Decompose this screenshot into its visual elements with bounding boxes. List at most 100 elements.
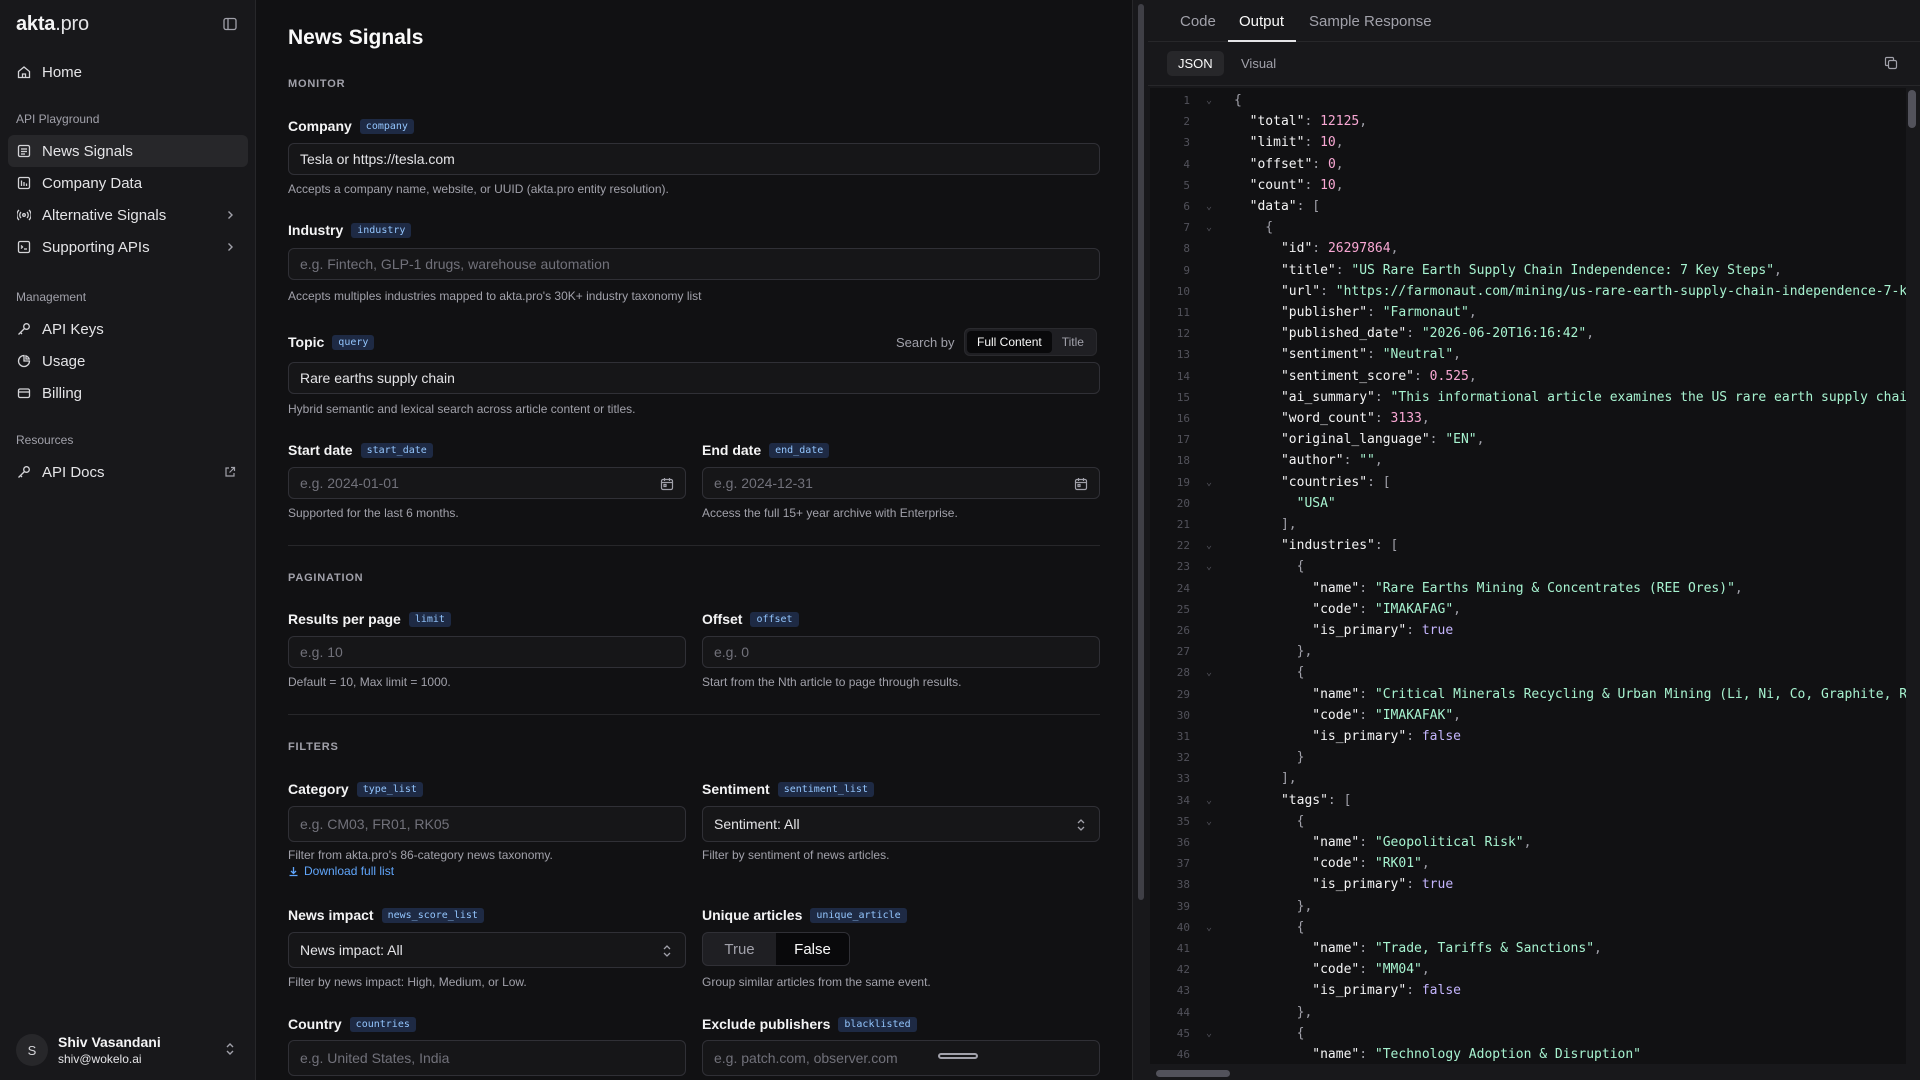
param-tag: industry: [351, 222, 412, 238]
section-management: Management: [16, 290, 87, 304]
end-date-input[interactable]: e.g. 2024-12-31: [702, 467, 1100, 499]
user-menu[interactable]: S Shiv Vasandani shiv@wokelo.ai: [0, 1020, 255, 1080]
sidebar-item-supporting-apis[interactable]: Supporting APIs: [8, 231, 248, 263]
fold-chevron-icon[interactable]: ⌄: [1206, 472, 1212, 493]
news-impact-select[interactable]: News impact: All: [288, 932, 686, 968]
sidebar-item-company-data[interactable]: Company Data: [8, 167, 248, 199]
topic-input[interactable]: Rare earths supply chain: [288, 362, 1100, 394]
form-scrollbar-thumb[interactable]: [1138, 4, 1144, 900]
chevron-right-icon: [222, 239, 238, 255]
end-date-help: Access the full 15+ year archive with En…: [702, 506, 958, 520]
code-vertical-scrollbar[interactable]: [1906, 88, 1918, 1064]
code-token: "MM04": [1374, 962, 1422, 978]
code-token: :: [1359, 856, 1375, 872]
industry-input[interactable]: e.g. Fintech, GLP-1 drugs, warehouse aut…: [288, 248, 1100, 280]
sentiment-select[interactable]: Sentiment: All: [702, 806, 1100, 842]
code-line: 39 },: [1150, 896, 1906, 917]
panel-resize-handle[interactable]: [1132, 0, 1148, 1080]
start-date-input[interactable]: e.g. 2024-01-01: [288, 467, 686, 499]
field-label-text: Sentiment: [702, 781, 770, 797]
sidebar-item-api-docs[interactable]: API Docs: [8, 456, 248, 488]
fold-chevron-icon[interactable]: ⌄: [1206, 790, 1212, 811]
user-email: shiv@wokelo.ai: [58, 1052, 142, 1066]
fold-chevron-icon[interactable]: ⌄: [1206, 90, 1212, 111]
code-horizontal-scrollbar[interactable]: [1150, 1066, 1906, 1080]
line-number: 11: [1176, 306, 1190, 319]
fold-chevron-icon[interactable]: ⌄: [1206, 556, 1212, 577]
json-output-viewer[interactable]: 1 ⌄{2 "total": 12125, 3 "limit": 10, 4 "off…: [1150, 88, 1906, 1064]
code-token: :: [1312, 156, 1328, 172]
tab-output[interactable]: Output: [1239, 13, 1284, 30]
code-line: 4 "offset": 0,: [1150, 154, 1906, 175]
code-line: 43 "is_primary": false: [1150, 980, 1906, 1001]
code-text: {: [1234, 1023, 1305, 1044]
brand-logo[interactable]: akta .pro: [16, 10, 89, 38]
code-text: {: [1234, 556, 1305, 577]
calendar-icon[interactable]: [1073, 476, 1089, 492]
code-line: 11 "publisher": "Farmonaut",: [1150, 302, 1906, 323]
field-label-text: Company: [288, 118, 352, 134]
code-line: 21 ],: [1150, 514, 1906, 535]
country-input[interactable]: e.g. United States, India: [288, 1040, 686, 1076]
sidebar-toggle-icon[interactable]: [220, 14, 240, 34]
code-text: {: [1234, 90, 1242, 111]
brand-suffix: .pro: [55, 12, 89, 35]
code-line: 30 "code": "IMAKAFAK",: [1150, 705, 1906, 726]
calendar-icon[interactable]: [659, 476, 675, 492]
sidebar-item-usage[interactable]: Usage: [8, 345, 248, 377]
line-number: 44: [1176, 1005, 1190, 1019]
sentiment-label: Sentiment sentiment_list: [702, 781, 874, 797]
tab-sample-response[interactable]: Sample Response: [1309, 13, 1432, 30]
fold-chevron-icon[interactable]: ⌄: [1206, 917, 1212, 938]
subtab-json[interactable]: JSON: [1167, 51, 1224, 76]
code-token: "": [1359, 453, 1375, 469]
fold-chevron-icon[interactable]: ⌄: [1206, 217, 1212, 238]
line-number: 42: [1176, 963, 1190, 977]
code-token: "tags": [1234, 792, 1328, 808]
scrollbar-thumb[interactable]: [1908, 90, 1916, 128]
code-text: },: [1234, 896, 1313, 917]
category-input[interactable]: e.g. CM03, FR01, RK05: [288, 806, 686, 842]
sidebar-item-api-keys[interactable]: API Keys: [8, 313, 248, 345]
topic-help: Hybrid semantic and lexical search acros…: [288, 402, 636, 416]
home-icon: [16, 64, 32, 80]
company-input[interactable]: Tesla or https://tesla.com: [288, 143, 1100, 175]
code-token: ,: [1468, 305, 1477, 320]
sidebar-item-alternative-signals[interactable]: Alternative Signals: [8, 199, 248, 231]
download-full-list-link[interactable]: Download full list: [288, 864, 394, 878]
fold-chevron-icon[interactable]: ⌄: [1206, 811, 1212, 832]
fold-chevron-icon[interactable]: ⌄: [1206, 196, 1212, 217]
code-token: 3133: [1390, 411, 1422, 426]
fold-chevron-icon[interactable]: ⌄: [1206, 1023, 1212, 1044]
sidebar-item-home[interactable]: Home: [8, 56, 248, 88]
tab-code[interactable]: Code: [1180, 13, 1216, 30]
search-title-option[interactable]: Title: [1052, 331, 1094, 353]
code-token: "count": [1234, 177, 1305, 193]
copy-icon[interactable]: [1884, 56, 1900, 72]
unique-true-option[interactable]: True: [703, 933, 776, 965]
code-line: 33 ],: [1150, 768, 1906, 789]
offset-input[interactable]: e.g. 0: [702, 636, 1100, 668]
fold-chevron-icon[interactable]: ⌄: [1206, 535, 1212, 556]
horizontal-scroll-indicator[interactable]: [938, 1053, 978, 1059]
line-number: 7: [1183, 221, 1190, 235]
code-token: "id": [1234, 241, 1313, 257]
code-token: ,: [1594, 941, 1602, 956]
scrollbar-thumb[interactable]: [1156, 1070, 1230, 1077]
search-full-content-option[interactable]: Full Content: [967, 331, 1052, 353]
newspaper-icon: [16, 143, 32, 159]
fold-chevron-icon[interactable]: ⌄: [1206, 662, 1212, 683]
subtab-visual[interactable]: Visual: [1230, 51, 1287, 76]
line-number: 43: [1176, 984, 1190, 998]
results-per-page-input[interactable]: e.g. 10: [288, 636, 686, 668]
code-token: :: [1374, 411, 1391, 426]
code-token: "IMAKAFAG": [1374, 601, 1454, 617]
sentiment-help: Filter by sentiment of news articles.: [702, 848, 890, 862]
line-number: 20: [1176, 496, 1190, 510]
line-number: 15: [1176, 390, 1190, 404]
sidebar-item-news-signals[interactable]: News Signals: [8, 135, 248, 167]
sidebar-item-billing[interactable]: Billing: [8, 377, 248, 409]
code-token: {: [1234, 919, 1305, 935]
unique-false-option[interactable]: False: [776, 933, 849, 965]
exclude-publishers-input[interactable]: e.g. patch.com, observer.com: [702, 1040, 1100, 1076]
